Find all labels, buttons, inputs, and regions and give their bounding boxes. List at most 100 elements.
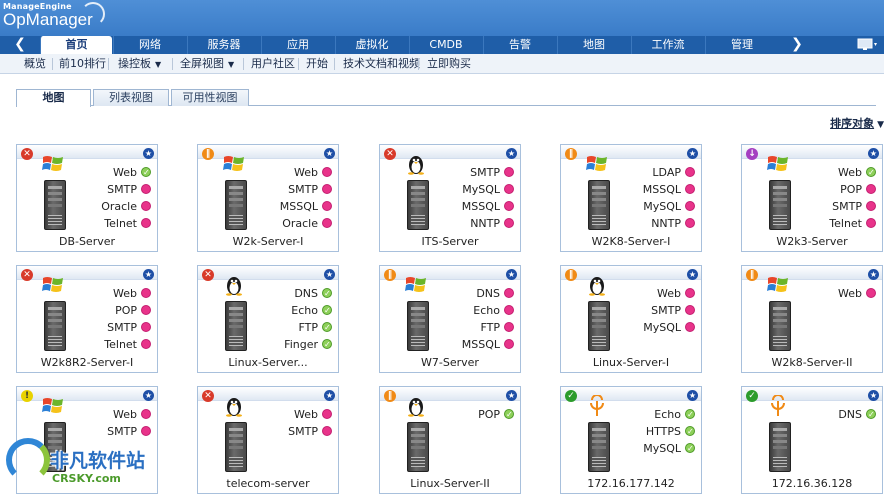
status-unmanaged-icon[interactable]: ↓: [746, 148, 758, 160]
service-item[interactable]: MySQL: [643, 440, 695, 457]
favorite-star-icon[interactable]: ★: [868, 390, 879, 401]
submenu-docs-videos[interactable]: 技术文档和视频: [343, 54, 420, 74]
service-item[interactable]: Telnet: [104, 336, 151, 353]
status-critical-icon[interactable]: ✕: [384, 148, 396, 160]
service-item[interactable]: Web: [838, 285, 876, 302]
sort-by-link[interactable]: 排序对象 ▼: [830, 115, 884, 131]
service-item[interactable]: MSSQL: [462, 336, 514, 353]
status-trouble-icon[interactable]: ‖: [746, 269, 758, 281]
favorite-star-icon[interactable]: ★: [687, 269, 698, 280]
service-item[interactable]: FTP: [284, 319, 332, 336]
status-critical-icon[interactable]: ✕: [21, 148, 33, 160]
server-tower-icon[interactable]: [407, 422, 429, 472]
service-item[interactable]: HTTPS: [643, 423, 695, 440]
server-tower-icon[interactable]: [407, 180, 429, 230]
device-name[interactable]: ITS-Server: [380, 235, 520, 248]
submenu-fullscreen[interactable]: 全屏视图 ▼: [180, 54, 234, 74]
service-item[interactable]: SMTP: [101, 181, 151, 198]
device-name[interactable]: W2K8-Server-I: [561, 235, 701, 248]
service-item[interactable]: DNS: [838, 406, 876, 423]
device-name[interactable]: W7-Server: [380, 356, 520, 369]
service-item[interactable]: Web: [104, 285, 151, 302]
service-item[interactable]: Echo: [284, 302, 332, 319]
tab-virtualization[interactable]: 虚拟化: [335, 36, 408, 54]
service-item[interactable]: SMTP: [462, 164, 514, 181]
favorite-star-icon[interactable]: ★: [687, 148, 698, 159]
service-item[interactable]: SMTP: [280, 181, 332, 198]
service-item[interactable]: Web: [107, 406, 151, 423]
service-item[interactable]: Web: [829, 164, 876, 181]
device-name[interactable]: Linux-Server...: [198, 356, 338, 369]
tab-cmdb[interactable]: CMDB: [409, 36, 482, 54]
service-item[interactable]: MSSQL: [643, 181, 695, 198]
device-card[interactable]: ✓ ★ DNS 172.16.36.128: [741, 386, 883, 494]
status-trouble-icon[interactable]: ‖: [565, 148, 577, 160]
status-trouble-icon[interactable]: ‖: [565, 269, 577, 281]
server-tower-icon[interactable]: [769, 301, 791, 351]
favorite-star-icon[interactable]: ★: [143, 390, 154, 401]
device-card[interactable]: ✕ ★ Web SMTP Oracle Telnet DB-Server: [16, 144, 158, 252]
device-card[interactable]: ✕ ★ DNS Echo FTP Finger Linux-Server...: [197, 265, 339, 373]
service-item[interactable]: POP: [104, 302, 151, 319]
service-item[interactable]: DNS: [462, 285, 514, 302]
server-tower-icon[interactable]: [44, 180, 66, 230]
service-item[interactable]: MySQL: [643, 319, 695, 336]
favorite-star-icon[interactable]: ★: [868, 148, 879, 159]
tab-map-view[interactable]: 地图: [16, 89, 91, 107]
service-item[interactable]: NNTP: [462, 215, 514, 232]
favorite-star-icon[interactable]: ★: [506, 390, 517, 401]
server-tower-icon[interactable]: [588, 422, 610, 472]
monitor-icon[interactable]: [856, 38, 878, 52]
service-item[interactable]: MySQL: [643, 198, 695, 215]
submenu-community[interactable]: 用户社区: [251, 54, 295, 74]
server-tower-icon[interactable]: [769, 422, 791, 472]
service-item[interactable]: Web: [288, 406, 332, 423]
submenu-overview[interactable]: 概览: [24, 54, 46, 74]
service-item[interactable]: DNS: [284, 285, 332, 302]
favorite-star-icon[interactable]: ★: [143, 148, 154, 159]
status-trouble-icon[interactable]: ‖: [384, 390, 396, 402]
service-item[interactable]: MSSQL: [280, 198, 332, 215]
favorite-star-icon[interactable]: ★: [324, 269, 335, 280]
service-item[interactable]: Web: [643, 285, 695, 302]
tab-servers[interactable]: 服务器: [187, 36, 260, 54]
service-item[interactable]: Echo: [643, 406, 695, 423]
tab-list-view[interactable]: 列表视图: [93, 89, 169, 106]
favorite-star-icon[interactable]: ★: [687, 390, 698, 401]
service-item[interactable]: POP: [478, 406, 514, 423]
favorite-star-icon[interactable]: ★: [324, 148, 335, 159]
device-name[interactable]: W2k8-Server-II: [742, 356, 882, 369]
service-item[interactable]: Oracle: [280, 215, 332, 232]
tab-network[interactable]: 网络: [113, 36, 186, 54]
device-card[interactable]: ‖ ★ Web SMTP MySQL Linux-Server-I: [560, 265, 702, 373]
service-item[interactable]: Echo: [462, 302, 514, 319]
tab-maps[interactable]: 地图: [557, 36, 630, 54]
submenu-top10[interactable]: 前10排行: [59, 54, 106, 74]
favorite-star-icon[interactable]: ★: [868, 269, 879, 280]
service-item[interactable]: NNTP: [643, 215, 695, 232]
tab-admin[interactable]: 管理: [705, 36, 778, 54]
status-critical-icon[interactable]: ✕: [202, 390, 214, 402]
tab-availability-view[interactable]: 可用性视图: [171, 89, 249, 106]
favorite-star-icon[interactable]: ★: [324, 390, 335, 401]
submenu-getting-started[interactable]: 开始: [306, 54, 328, 74]
tab-home[interactable]: 首页: [40, 36, 112, 54]
favorite-star-icon[interactable]: ★: [506, 269, 517, 280]
favorite-star-icon[interactable]: ★: [506, 148, 517, 159]
server-tower-icon[interactable]: [44, 301, 66, 351]
status-critical-icon[interactable]: ✕: [202, 269, 214, 281]
device-card[interactable]: ‖ ★ LDAP MSSQL MySQL NNTP W2K8-Server-I: [560, 144, 702, 252]
device-name[interactable]: telecom-server: [198, 477, 338, 490]
submenu-dashboard[interactable]: 操控板 ▼: [118, 54, 161, 74]
tab-workflow[interactable]: 工作流: [631, 36, 704, 54]
service-item[interactable]: POP: [829, 181, 876, 198]
device-name[interactable]: DB-Server: [17, 235, 157, 248]
status-attention-icon[interactable]: !: [21, 390, 33, 402]
device-card[interactable]: ✓ ★ Echo HTTPS MySQL 172.16.177.142: [560, 386, 702, 494]
server-tower-icon[interactable]: [225, 422, 247, 472]
device-card[interactable]: ✕ ★ Web POP SMTP Telnet W2k8R2-Server-I: [16, 265, 158, 373]
service-item[interactable]: FTP: [462, 319, 514, 336]
device-name[interactable]: 172.16.36.128: [742, 477, 882, 490]
status-trouble-icon[interactable]: ‖: [202, 148, 214, 160]
favorite-star-icon[interactable]: ★: [143, 269, 154, 280]
